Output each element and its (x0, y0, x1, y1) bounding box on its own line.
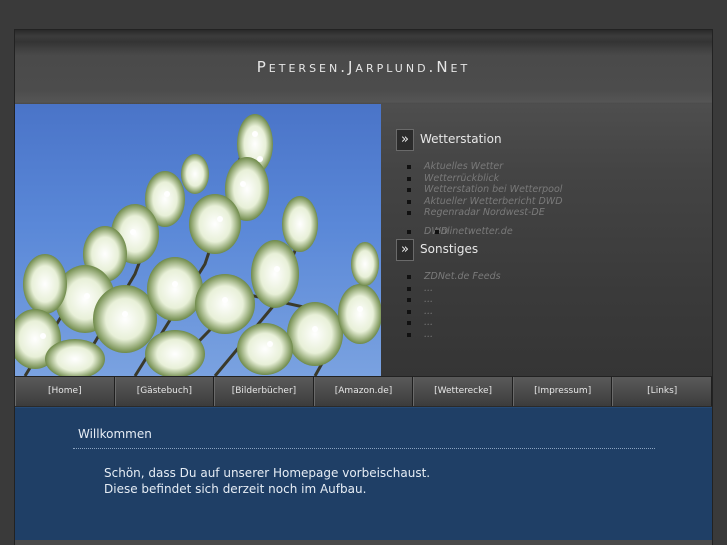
double-chevron-icon: » (396, 239, 414, 261)
sidebar-link[interactable]: ... (407, 306, 501, 318)
welcome-text: Schön, dass Du auf unserer Homepage vorb… (104, 465, 430, 497)
link-list-wetterstation: Aktuelles Wetter Wetterrückblick Wetters… (407, 161, 563, 238)
nav-impressum[interactable]: [Impressum] (512, 377, 613, 406)
sidebar-link[interactable]: Regenradar Nordwest-DE (407, 207, 563, 219)
nav-gaestebuch[interactable]: [Gästebuch] (114, 377, 215, 406)
sidebar: » Wetterstation Aktuelles Wetter Wetterr… (381, 104, 712, 376)
welcome-line-1: Schön, dass Du auf unserer Homepage vorb… (104, 466, 431, 480)
double-chevron-icon: » (396, 129, 414, 151)
welcome-line-2: Diese befindet sich derzeit noch im Aufb… (104, 482, 367, 496)
site-title: Petersen.Jarplund.Net (256, 58, 471, 76)
sidebar-link[interactable]: ... (407, 329, 501, 341)
content-area: Willkommen Schön, dass Du auf unserer Ho… (15, 407, 712, 541)
site-header: Petersen.Jarplund.Net (15, 30, 712, 104)
main-nav: [Home] [Gästebuch] [Bilderbücher] [Amazo… (15, 376, 713, 407)
sidebar-link[interactable]: Aktueller Wetterbericht DWD (407, 196, 563, 208)
sidebar-link[interactable]: ... (407, 294, 501, 306)
sidebar-link[interactable]: Wetterrückblick (407, 173, 563, 185)
footer-bar (15, 540, 712, 545)
nav-bilderbuecher[interactable]: [Bilderbücher] (214, 377, 314, 406)
header-photo-blossoms (15, 104, 381, 376)
section-title: Sonstiges (420, 242, 479, 256)
dotted-divider (73, 448, 655, 449)
nav-home[interactable]: [Home] (15, 377, 115, 406)
nav-wetterecke[interactable]: [Wetterecke] (413, 377, 513, 406)
blossom-image (15, 114, 381, 376)
sidebar-link[interactable]: ... (407, 283, 501, 295)
section-title: Wetterstation (420, 132, 502, 146)
sidebar-link[interactable]: ... (407, 317, 501, 329)
page-frame: Petersen.Jarplund.Net » Wetterstation Ak… (15, 30, 713, 545)
sidebar-link[interactable]: ZDNet.de Feeds (407, 271, 501, 283)
content-heading: Willkommen (78, 427, 152, 441)
sidebar-link[interactable]: onlinetwetter.de (435, 226, 513, 238)
nav-links[interactable]: [Links] (612, 377, 713, 406)
link-list-sonstiges: ZDNet.de Feeds ... ... ... ... ... (407, 271, 501, 341)
sidebar-link[interactable]: Aktuelles Wetter (407, 161, 563, 173)
sidebar-link[interactable]: Wetterstation bei Wetterpool (407, 184, 563, 196)
nav-amazon[interactable]: [Amazon.de] (313, 377, 414, 406)
